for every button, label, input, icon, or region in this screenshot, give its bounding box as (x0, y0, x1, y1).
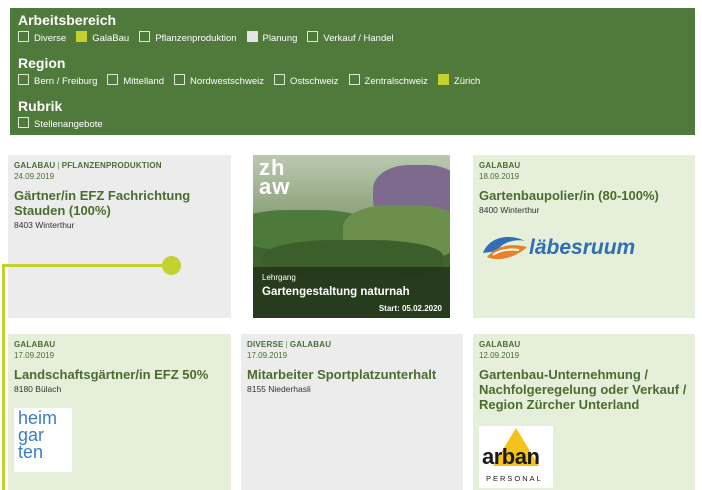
category-separator: | (57, 161, 60, 170)
filter-row-region: Bern / Freiburg Mittelland Nordwestschweiz… (18, 74, 687, 87)
job-card-landschaftsgaertner[interactable]: GALABAU 17.09.2019 Landschaftsgärtner/in… (8, 334, 231, 490)
checkbox[interactable] (437, 74, 449, 85)
card-date: 12.09.2019 (479, 351, 520, 360)
ad-start-date: Start: 05.02.2020 (378, 304, 442, 313)
card-date: 17.09.2019 (14, 351, 55, 360)
heimgarten-logo-line: ten (18, 442, 44, 462)
filter-title-arbeitsbereich: Arbeitsbereich (18, 12, 117, 28)
filter-option-arbeitsbereich[interactable]: GalaBau (76, 31, 129, 45)
filter-option-label: Mittelland (123, 76, 165, 87)
category-tag: GALABAU (289, 340, 332, 349)
filter-option-region[interactable]: Ostschweiz (273, 74, 339, 88)
filter-title-rubrik: Rubrik (18, 98, 63, 114)
category-tag: GALABAU (479, 161, 521, 170)
job-card-sportplatzunterhalt[interactable]: DIVERSE | GALABAU 17.09.2019 Mitarbeiter S… (241, 334, 463, 490)
checkbox[interactable] (107, 74, 119, 85)
arban-logo: arban PERSONAL (479, 426, 553, 488)
category-tag: GALABAU (14, 340, 56, 349)
filter-title-region: Region (18, 55, 66, 71)
filter-option-label: Zentralschweiz (364, 76, 428, 87)
filter-panel: Arbeitsbereich Diverse GalaBau Pflanzenpro… (10, 8, 695, 135)
filter-option-region[interactable]: Nordwestschweiz (174, 74, 264, 88)
filter-option-arbeitsbereich[interactable]: Diverse (18, 31, 66, 45)
filter-option-rubrik[interactable]: Stellenangebote (18, 117, 103, 131)
filter-option-label: Planung (262, 33, 298, 44)
card-title[interactable]: Gärtner/in EFZ Fachrichtung Stauden (100… (14, 188, 225, 218)
filter-option-label: GalaBau (92, 33, 130, 44)
filter-option-arbeitsbereich[interactable]: Planung (246, 31, 298, 45)
checkbox[interactable] (174, 74, 186, 85)
checkbox[interactable] (139, 31, 151, 42)
checkbox[interactable] (273, 74, 285, 85)
filter-option-label: Verkauf / Handel (323, 33, 394, 44)
zhaw-logo-line: aw (259, 174, 291, 199)
filter-option-region[interactable]: Zürich (437, 74, 481, 88)
card-title[interactable]: Mitarbeiter Sportplatzunterhalt (247, 367, 457, 382)
laebesruum-logo-mark (483, 237, 527, 260)
filter-option-label: Nordwestschweiz (190, 76, 264, 87)
decorative-dot (162, 256, 181, 275)
zhaw-logo: zh aw (259, 157, 291, 199)
card-date: 24.09.2019 (14, 172, 55, 181)
category-tag: GALABAU (479, 340, 521, 349)
checkbox[interactable] (246, 31, 258, 42)
card-location: 8400 Winterthur (479, 205, 540, 215)
card-title[interactable]: Gartenbaupolier/in (80-100%) (479, 188, 689, 203)
checkbox[interactable] (18, 74, 29, 85)
checkbox[interactable] (18, 31, 29, 42)
decorative-line-horizontal (2, 264, 172, 267)
filter-option-arbeitsbereich[interactable]: Pflanzenproduktion (139, 31, 237, 45)
filter-option-label: Diverse (34, 33, 67, 44)
job-card-gartenbaupolier[interactable]: GALABAU 18.09.2019 Gartenbaupolier/in (8… (473, 155, 695, 318)
card-location: 8180 Bülach (14, 384, 62, 394)
checkbox[interactable] (348, 74, 360, 85)
card-title[interactable]: Landschaftsgärtner/in EFZ 50% (14, 367, 225, 382)
card-location: 8155 Niederhasli (247, 384, 311, 394)
decorative-line-vertical (2, 264, 5, 490)
filter-option-region[interactable]: Zentralschweiz (348, 74, 428, 88)
heimgarten-logo: heim gar ten (14, 408, 72, 472)
filter-option-region[interactable]: Mittelland (107, 74, 164, 88)
checkbox[interactable] (18, 117, 29, 128)
checkbox[interactable] (76, 31, 88, 42)
laebesruum-logo-text: läbesruum (529, 236, 636, 259)
filter-option-label: Ostschweiz (289, 76, 339, 87)
card-category: DIVERSE | GALABAU (247, 340, 457, 350)
filter-option-label: Pflanzenproduktion (155, 33, 237, 44)
arban-logo-subtext: PERSONAL (486, 474, 543, 483)
filter-option-region[interactable]: Bern / Freiburg (18, 74, 97, 88)
filter-row-rubrik: Stellenangebote (18, 117, 687, 130)
job-card-gaertner-stauden[interactable]: GALABAU | PFLANZENPRODUKTION 24.09.2019 Gä… (8, 155, 231, 318)
card-title[interactable]: Gartenbau-Unternehmung / Nachfolgeregelu… (479, 367, 689, 412)
filter-row-arbeitsbereich: Diverse GalaBau Pflanzenproduktion Planung V… (18, 31, 687, 44)
card-date: 18.09.2019 (479, 172, 520, 181)
category-tag: GALABAU (14, 161, 56, 170)
category-tag: DIVERSE (247, 340, 284, 349)
filter-option-label: Stellenangebote (34, 119, 103, 130)
laebesruum-logo: läbesruum (479, 229, 649, 269)
filter-option-arbeitsbereich[interactable]: Verkauf / Handel (307, 31, 394, 45)
category-tag: PFLANZENPRODUKTION (61, 161, 162, 170)
ad-course-title: Gartengestaltung naturnah (262, 286, 410, 298)
card-date: 17.09.2019 (247, 351, 288, 360)
job-card-gartenbau-nachfolge[interactable]: GALABAU 12.09.2019 Gartenbau-Unternehmun… (473, 334, 695, 490)
category-separator: | (285, 340, 288, 349)
zhaw-course-ad[interactable]: zh aw Lehrgang Gartengestaltung naturnah… (253, 155, 450, 318)
card-category: GALABAU | PFLANZENPRODUKTION (14, 161, 225, 171)
filter-option-label: Bern / Freiburg (34, 76, 98, 87)
card-location: 8403 Winterthur (14, 220, 75, 230)
arban-logo-text: arban (482, 444, 540, 469)
filter-option-label: Zürich (453, 76, 481, 87)
ad-kicker: Lehrgang (262, 273, 296, 282)
heimgarten-logo-text: heim gar ten (14, 408, 72, 463)
checkbox[interactable] (307, 31, 319, 42)
